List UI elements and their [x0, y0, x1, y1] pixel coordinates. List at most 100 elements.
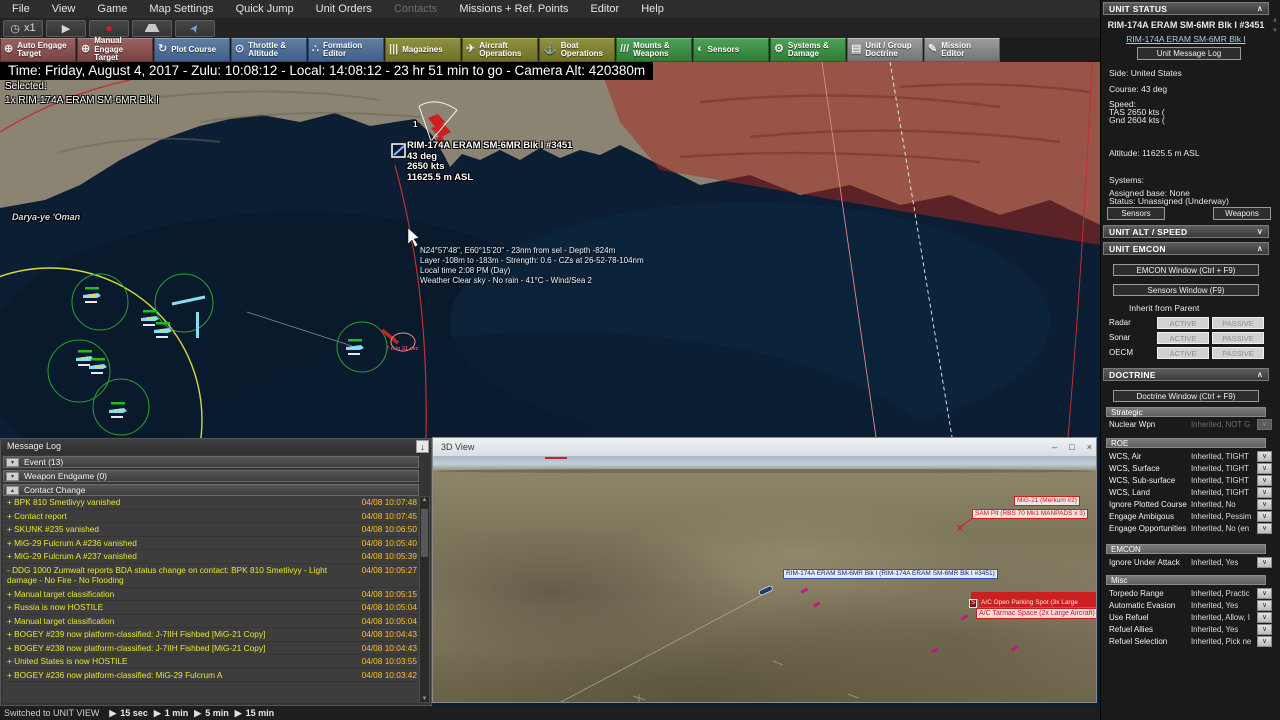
dropdown-icon[interactable]: ∨ [1257, 600, 1272, 611]
sidebar-scroll-arrows[interactable]: ∧ ▼ [1270, 16, 1280, 56]
scroll-up-icon[interactable]: ▲ [420, 497, 429, 503]
3d-view-titlebar[interactable]: 3D View [433, 438, 1096, 456]
menu-map-settings[interactable]: Map Settings [149, 3, 213, 15]
collapse-icon[interactable]: ∧ [1257, 243, 1263, 255]
step-1min-button[interactable]: ▶ 1 min [154, 708, 188, 719]
magazines-button[interactable]: ||| Magazines [385, 38, 461, 62]
3d-view-window[interactable]: 3D View – □ × MiG-21 (Merkum #2) SAM Plt… [432, 437, 1097, 703]
step-15min-button[interactable]: ▶ 15 min [235, 708, 274, 719]
unit-status-header[interactable]: ∧ UNIT STATUS [1103, 2, 1269, 15]
scroll-down-icon[interactable]: ▼ [420, 696, 429, 702]
dropdown-icon[interactable]: ∨ [1257, 588, 1272, 599]
dropdown-icon[interactable]: ∨ [1257, 499, 1272, 510]
menu-editor[interactable]: Editor [590, 3, 619, 15]
dropdown-icon[interactable]: ∨ [1257, 451, 1272, 462]
systems-damage-button[interactable]: ⚙ Systems & Damage [770, 38, 846, 62]
collapse-icon[interactable]: ∧ [1257, 369, 1263, 381]
scroll-down-icon[interactable]: ▼ [1270, 26, 1280, 36]
missile-3d-label[interactable]: RIM-174A ERAM SM-6MR Blk I (RIM-174A ERA… [783, 569, 998, 579]
menu-help[interactable]: Help [641, 3, 664, 15]
dropdown-icon[interactable]: ∨ [1257, 612, 1272, 623]
log-entry[interactable]: + Manual target classification 04/08 10:0… [3, 588, 419, 601]
manual-engage-target-button[interactable]: ⊕ Manual Engage Target [77, 37, 153, 62]
selected-missile-symbol[interactable] [391, 143, 406, 158]
collapse-icon[interactable]: ∧ [1257, 3, 1263, 15]
dropdown-icon[interactable]: ∨ [1257, 511, 1272, 522]
auto-engage-target-button[interactable]: ⊕ Auto Engage Target [0, 38, 76, 62]
record-button[interactable]: ● [89, 19, 129, 37]
step-5min-button[interactable]: ▶ 5 min [194, 708, 228, 719]
time-compression-button[interactable]: ◷ x1 [3, 19, 43, 37]
scroll-up-icon[interactable]: ∧ [1270, 16, 1280, 26]
log-group-contact-change[interactable]: ▴ Contact Change [3, 484, 419, 496]
tarmac-space-label[interactable]: A/C Tarmac Space (2x Large Aircraft) [976, 608, 1096, 619]
doctrine-header[interactable]: ∧ DOCTRINE [1103, 368, 1269, 381]
pointer-mode-button[interactable]: ➤ [175, 19, 215, 37]
sonar-active-button[interactable]: ACTIVE [1157, 332, 1209, 344]
log-entry[interactable]: + BPK 810 Smetlivyy vanished 04/08 10:07:… [3, 496, 419, 510]
parking-spot-label[interactable]: A/C Open Parking Spot (3x Large [979, 599, 1096, 607]
close-icon[interactable]: × [1087, 442, 1092, 452]
range-symbol-button[interactable] [132, 19, 172, 37]
mission-editor-button[interactable]: ✎ Mission Editor [924, 38, 1000, 62]
menu-view[interactable]: View [52, 3, 76, 15]
unit-alt-speed-header[interactable]: ∨ UNIT ALT / SPEED [1103, 225, 1269, 238]
sam-platoon-label[interactable]: SAM Plt (RBS 70 Mk1 MANPADS x 3) [972, 509, 1089, 519]
maximize-icon[interactable]: □ [1069, 442, 1074, 452]
throttle-altitude-button[interactable]: ⊙ Throttle & Altitude [231, 38, 307, 62]
sensors-button[interactable]: ◐ Sensors [693, 38, 769, 62]
unit-class-link[interactable]: RIM-174A ERAM SM-6MR Blk I [1101, 34, 1271, 44]
oecm-active-button[interactable]: ACTIVE [1157, 347, 1209, 359]
3d-view-content[interactable]: MiG-21 (Merkum #2) SAM Plt (RBS 70 Mk1 M… [433, 456, 1096, 702]
formation-editor-button[interactable]: ∴ Formation Editor [308, 38, 384, 62]
popout-button[interactable]: ↓ [416, 440, 429, 453]
aircraft-operations-button[interactable]: ✈ Aircraft Operations [462, 38, 538, 62]
menu-missions-ref-points[interactable]: Missions + Ref. Points [459, 3, 568, 15]
log-entry[interactable]: + United States is now HOSTILE 04/08 10:0… [3, 655, 419, 669]
step-15sec-button[interactable]: ▶ 15 sec [109, 708, 147, 719]
minimize-icon[interactable]: – [1052, 442, 1057, 452]
log-entry[interactable]: + BOGEY #239 now platform-classified: J-… [3, 628, 419, 642]
plot-course-button[interactable]: ↻ Plot Course [154, 38, 230, 62]
chevron-down-icon[interactable]: ▾ [6, 471, 19, 481]
dropdown-icon[interactable]: ∨ [1257, 475, 1272, 486]
menu-unit-orders[interactable]: Unit Orders [316, 3, 372, 15]
dropdown-icon[interactable]: ∨ [1257, 487, 1272, 498]
dropdown-icon[interactable]: ∨ [1257, 557, 1272, 568]
log-entry[interactable]: + Contact report 04/08 10:07:45 [3, 510, 419, 523]
boat-operations-button[interactable]: ⚓ Boat Operations [539, 38, 615, 62]
dropdown-icon[interactable]: ∨ [1257, 636, 1272, 647]
radar-passive-button[interactable]: PASSIVE [1212, 317, 1264, 329]
radar-active-button[interactable]: ACTIVE [1157, 317, 1209, 329]
dropdown-icon[interactable]: ∨ [1257, 624, 1272, 635]
log-entry[interactable]: - DDG 1000 Zumwalt reports BDA status ch… [3, 564, 419, 588]
unit-message-log-button[interactable]: Unit Message Log [1137, 47, 1241, 60]
log-entry[interactable]: + MiG-29 Fulcrum A #237 vanished 04/08 10… [3, 550, 419, 564]
log-entry[interactable]: + SKUNK #235 vanished 04/08 10:06:50 [3, 523, 419, 537]
play-button[interactable]: ▶ [46, 19, 86, 37]
unit-emcon-header[interactable]: ∧ UNIT EMCON [1103, 242, 1269, 255]
log-entry[interactable]: + BOGEY #238 now platform-classified: J-… [3, 642, 419, 655]
log-entry[interactable]: + Russia is now HOSTILE 04/08 10:05:04 [3, 601, 419, 615]
mig21-label[interactable]: MiG-21 (Merkum #2) [1014, 496, 1080, 506]
log-entry[interactable]: + Manual target classification 04/08 10:0… [3, 615, 419, 628]
expand-icon[interactable]: ∨ [1257, 226, 1263, 238]
log-entry[interactable]: + MiG-29 Fulcrum A #236 vanished 04/08 10… [3, 537, 419, 550]
log-scrollbar[interactable]: ▲ ▼ [419, 496, 430, 703]
unit-group-doctrine-button[interactable]: ▤ Unit / Group Doctrine [847, 38, 923, 62]
log-group-weapon-endgame[interactable]: ▾ Weapon Endgame (0) [3, 470, 419, 482]
menu-file[interactable]: File [12, 3, 30, 15]
chevron-up-icon[interactable]: ▴ [6, 485, 19, 495]
weapons-panel-button[interactable]: Weapons [1213, 207, 1271, 220]
sensors-panel-button[interactable]: Sensors [1107, 207, 1165, 220]
scroll-thumb[interactable] [421, 509, 428, 557]
oecm-passive-button[interactable]: PASSIVE [1212, 347, 1264, 359]
log-entry[interactable]: + BOGEY #236 now platform-classified: Mi… [3, 669, 419, 682]
emcon-window-button[interactable]: EMCON Window (Ctrl + F9) [1113, 264, 1259, 276]
unit-map-label[interactable]: RIM-174A ERAM SM-6MR Blk I #3451 43 deg … [407, 140, 572, 183]
menu-game[interactable]: Game [97, 3, 127, 15]
sensors-window-button[interactable]: Sensors Window (F9) [1113, 284, 1259, 296]
log-group-event[interactable]: ▾ Event (13) [3, 456, 419, 468]
doctrine-window-button[interactable]: Doctrine Window (Ctrl + F9) [1113, 390, 1259, 402]
dropdown-icon[interactable]: ∨ [1257, 463, 1272, 474]
